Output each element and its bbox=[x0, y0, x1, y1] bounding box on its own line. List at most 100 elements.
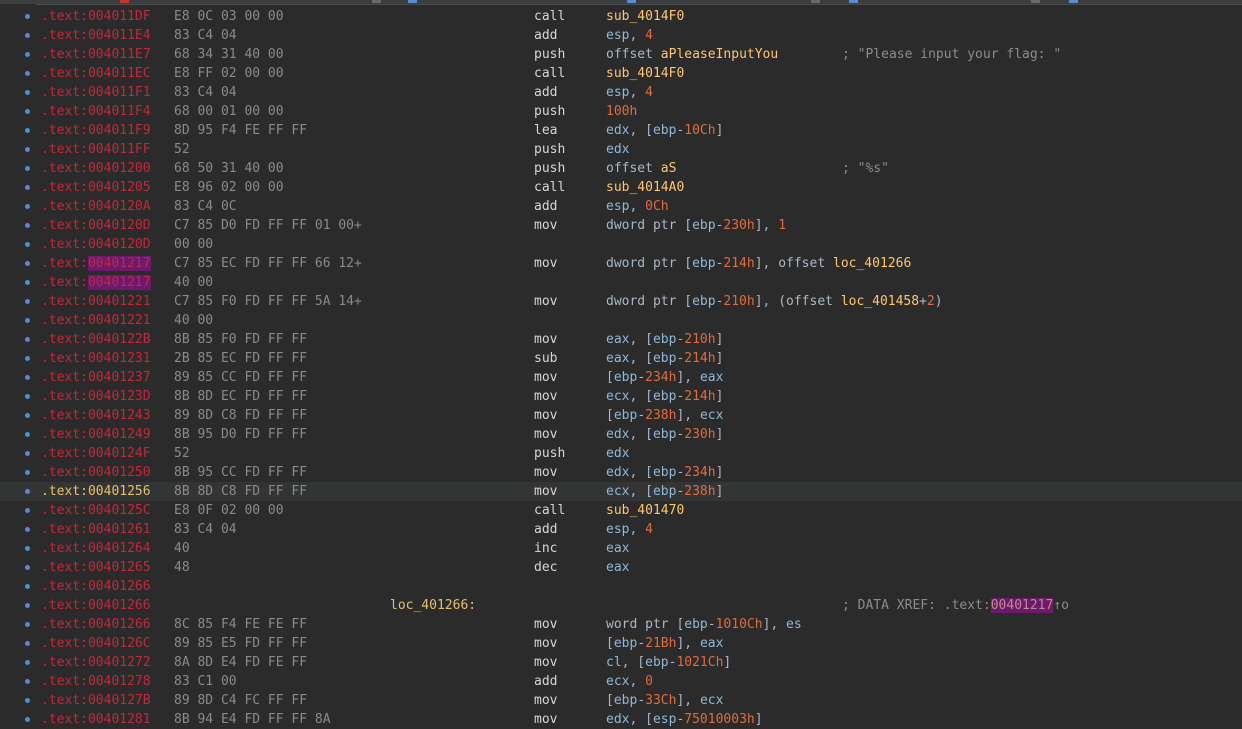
operand-register[interactable]: ebp bbox=[653, 332, 676, 347]
instruction-operands[interactable]: edx, [ebp-10Ch] bbox=[606, 121, 723, 140]
address-value[interactable]: 0040120D bbox=[88, 218, 151, 233]
operand-register[interactable]: ebp bbox=[614, 408, 637, 423]
line-address[interactable]: .text:0040126C bbox=[41, 634, 151, 653]
listing-row[interactable]: .text:004011F9 8D 95 F4 FE FF FF lea edx, [… bbox=[0, 121, 1242, 140]
address-value[interactable]: 00401250 bbox=[88, 465, 151, 480]
operand-register[interactable]: eax bbox=[606, 351, 629, 366]
address-value[interactable]: 00401243 bbox=[88, 408, 151, 423]
listing-row[interactable]: .text:00401221 C7 85 F0 FD FF FF 5A 14+ mo… bbox=[0, 292, 1242, 311]
address-value[interactable]: 004011E4 bbox=[88, 28, 151, 43]
line-address[interactable]: .text:00401266 bbox=[41, 615, 151, 634]
breakpoint-dot-icon[interactable] bbox=[25, 508, 30, 513]
breakpoint-dot-icon[interactable] bbox=[25, 565, 30, 570]
listing-row[interactable]: .text:00401264 40 inc eax bbox=[0, 539, 1242, 558]
operand-register[interactable]: ecx bbox=[606, 484, 629, 499]
breakpoint-dot-icon[interactable] bbox=[25, 14, 30, 19]
listing-row[interactable]: .text:00401200 68 50 31 40 00 push offset a… bbox=[0, 159, 1242, 178]
instruction-operands[interactable]: edx, [ebp-230h] bbox=[606, 425, 723, 444]
breakpoint-dot-icon[interactable] bbox=[25, 527, 30, 532]
address-value[interactable]: 0040123D bbox=[88, 389, 151, 404]
operand-register[interactable]: ecx bbox=[606, 674, 629, 689]
line-address[interactable]: .text:004011F1 bbox=[41, 83, 151, 102]
line-address[interactable]: .text:0040125C bbox=[41, 501, 151, 520]
listing-row[interactable]: .text:00401221 40 00 bbox=[0, 311, 1242, 330]
breakpoint-dot-icon[interactable] bbox=[25, 128, 30, 133]
instruction-operands[interactable]: esp, 4 bbox=[606, 520, 653, 539]
instruction-operands[interactable]: dword ptr [ebp-230h], 1 bbox=[606, 216, 786, 235]
instruction-mnemonic[interactable]: call bbox=[534, 7, 565, 26]
instruction-operands[interactable]: edx, [ebp-234h] bbox=[606, 463, 723, 482]
operand-register[interactable]: ebp bbox=[653, 484, 676, 499]
line-address[interactable]: .text:00401217 bbox=[41, 254, 151, 273]
disassembly-listing[interactable]: .text:004011DF E8 0C 03 00 00 call sub_4014… bbox=[0, 4, 1242, 727]
address-value[interactable]: 00401272 bbox=[88, 655, 151, 670]
operand-register[interactable]: eax bbox=[606, 560, 629, 575]
toolbar-button[interactable] bbox=[372, 0, 381, 3]
instruction-operands[interactable]: esp, 4 bbox=[606, 26, 653, 45]
breakpoint-dot-icon[interactable] bbox=[25, 394, 30, 399]
operand-register[interactable]: ebp bbox=[653, 389, 676, 404]
address-value[interactable]: 00401278 bbox=[88, 674, 151, 689]
toolbar-stop-icon[interactable] bbox=[120, 0, 129, 3]
operand-register[interactable]: ebp bbox=[653, 123, 676, 138]
line-address[interactable]: .text:004011F9 bbox=[41, 121, 151, 140]
breakpoint-dot-icon[interactable] bbox=[25, 90, 30, 95]
operand-register[interactable]: edx bbox=[606, 427, 629, 442]
address-value[interactable]: 004011F9 bbox=[88, 123, 151, 138]
address-value[interactable]: 00401221 bbox=[88, 294, 151, 309]
line-address[interactable]: .text:00401264 bbox=[41, 539, 151, 558]
listing-row[interactable]: .text:004011E7 68 34 31 40 00 push offset a… bbox=[0, 45, 1242, 64]
instruction-mnemonic[interactable]: mov bbox=[534, 387, 557, 406]
line-address[interactable]: .text:00401266 bbox=[41, 596, 151, 615]
toolbar-window-icon[interactable] bbox=[408, 0, 417, 3]
line-address[interactable]: .text:00401278 bbox=[41, 672, 151, 691]
breakpoint-dot-icon[interactable] bbox=[25, 470, 30, 475]
listing-row[interactable]: .text:004011F1 83 C4 04 add esp, 4 bbox=[0, 83, 1242, 102]
listing-row[interactable]: .text:00401261 83 C4 04 add esp, 4 bbox=[0, 520, 1242, 539]
instruction-operands[interactable]: edx bbox=[606, 444, 629, 463]
instruction-mnemonic[interactable]: mov bbox=[534, 691, 557, 710]
operand-register[interactable]: eax bbox=[606, 541, 629, 556]
instruction-operands[interactable]: eax bbox=[606, 539, 629, 558]
xref-address[interactable]: 00401217 bbox=[990, 598, 1054, 613]
address-value[interactable]: 004011EC bbox=[88, 66, 151, 81]
instruction-operands[interactable]: sub_4014F0 bbox=[606, 7, 684, 26]
instruction-mnemonic[interactable]: add bbox=[534, 520, 557, 539]
operand-register[interactable]: esp bbox=[606, 85, 629, 100]
listing-row[interactable]: .text:0040120D C7 85 D0 FD FF FF 01 00+ mo… bbox=[0, 216, 1242, 235]
operand-register[interactable]: ecx bbox=[700, 408, 723, 423]
line-address[interactable]: .text:00401250 bbox=[41, 463, 151, 482]
line-address[interactable]: .text:004011EC bbox=[41, 64, 151, 83]
toolbar-window-icon[interactable] bbox=[1069, 0, 1078, 3]
operand-register[interactable]: esp bbox=[606, 199, 629, 214]
instruction-operands[interactable]: [ebp-21Bh], eax bbox=[606, 634, 723, 653]
address-value[interactable]: 00401237 bbox=[88, 370, 151, 385]
breakpoint-dot-icon[interactable] bbox=[25, 489, 30, 494]
instruction-mnemonic[interactable]: add bbox=[534, 83, 557, 102]
line-address[interactable]: .text:0040120D bbox=[41, 235, 151, 254]
instruction-mnemonic[interactable]: mov bbox=[534, 292, 557, 311]
line-address[interactable]: .text:00401237 bbox=[41, 368, 151, 387]
operand-register[interactable]: edx bbox=[606, 123, 629, 138]
line-address[interactable]: .text:00401221 bbox=[41, 311, 151, 330]
instruction-mnemonic[interactable]: add bbox=[534, 197, 557, 216]
instruction-operands[interactable]: ecx, [ebp-214h] bbox=[606, 387, 723, 406]
listing-row[interactable]: .text:00401249 8B 95 D0 FD FF FF mov edx, [… bbox=[0, 425, 1242, 444]
line-address[interactable]: .text:00401281 bbox=[41, 710, 151, 729]
operand-register[interactable]: esp bbox=[606, 28, 629, 43]
breakpoint-dot-icon[interactable] bbox=[25, 375, 30, 380]
line-address[interactable]: .text:00401249 bbox=[41, 425, 151, 444]
instruction-mnemonic[interactable]: mov bbox=[534, 425, 557, 444]
instruction-mnemonic[interactable]: mov bbox=[534, 406, 557, 425]
address-value[interactable]: 00401217 bbox=[87, 256, 151, 271]
operand-register[interactable]: ebp bbox=[645, 655, 668, 670]
instruction-operands[interactable]: 100h bbox=[606, 102, 637, 121]
instruction-mnemonic[interactable]: sub bbox=[534, 349, 557, 368]
listing-row[interactable]: .text:00401266 loc_401266: ; DATA XREF: .t… bbox=[0, 596, 1242, 615]
breakpoint-dot-icon[interactable] bbox=[25, 318, 30, 323]
address-value[interactable]: 004011DF bbox=[88, 9, 151, 24]
address-value[interactable]: 0040127B bbox=[88, 693, 151, 708]
listing-row[interactable]: .text:0040127B 89 8D C4 FC FF FF mov [ebp-3… bbox=[0, 691, 1242, 710]
instruction-mnemonic[interactable]: push bbox=[534, 159, 565, 178]
listing-row[interactable]: .text:004011DF E8 0C 03 00 00 call sub_4014… bbox=[0, 7, 1242, 26]
